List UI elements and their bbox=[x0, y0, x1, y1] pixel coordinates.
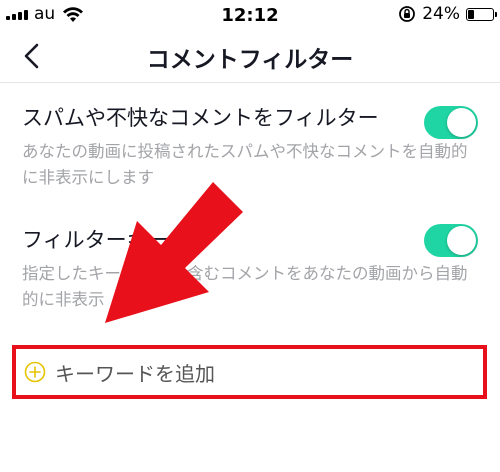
setting-title: スパムや不快なコメントをフィルター bbox=[22, 106, 379, 130]
status-bar: au 12:12 24% bbox=[0, 0, 500, 30]
spam-filter-toggle[interactable] bbox=[424, 106, 478, 139]
status-right: 24% bbox=[398, 4, 497, 24]
setting-description: 指定したキー 含むコメントをあなたの動画から自動的に非表示 bbox=[22, 264, 468, 309]
plus-circle-icon bbox=[24, 361, 46, 383]
setting-spam-filter: スパムや不快なコメントをフィルター あなたの動画に投稿されたスパムや不快なコメン… bbox=[22, 103, 482, 191]
keyword-filter-toggle[interactable] bbox=[424, 224, 478, 257]
add-keyword-button[interactable]: キーワードを追加 bbox=[12, 345, 487, 399]
toggle-knob bbox=[447, 108, 476, 137]
toggle-knob bbox=[447, 226, 476, 255]
page-title: コメントフィルター bbox=[146, 47, 354, 73]
rotation-lock-icon bbox=[399, 6, 416, 22]
battery-icon bbox=[466, 7, 497, 21]
nav-bar: コメントフィルター bbox=[0, 30, 500, 83]
setting-title: フィルターキーワ bbox=[22, 228, 190, 252]
battery-percent: 24% bbox=[422, 4, 460, 24]
add-keyword-label: キーワードを追加 bbox=[55, 361, 215, 386]
setting-keyword-filter: フィルターキーワ 指定したキー 含むコメントをあなたの動画から自動的に非表示 bbox=[22, 225, 482, 313]
setting-description: あなたの動画に投稿されたスパムや不快なコメントを自動的に非表示にします bbox=[22, 142, 468, 187]
